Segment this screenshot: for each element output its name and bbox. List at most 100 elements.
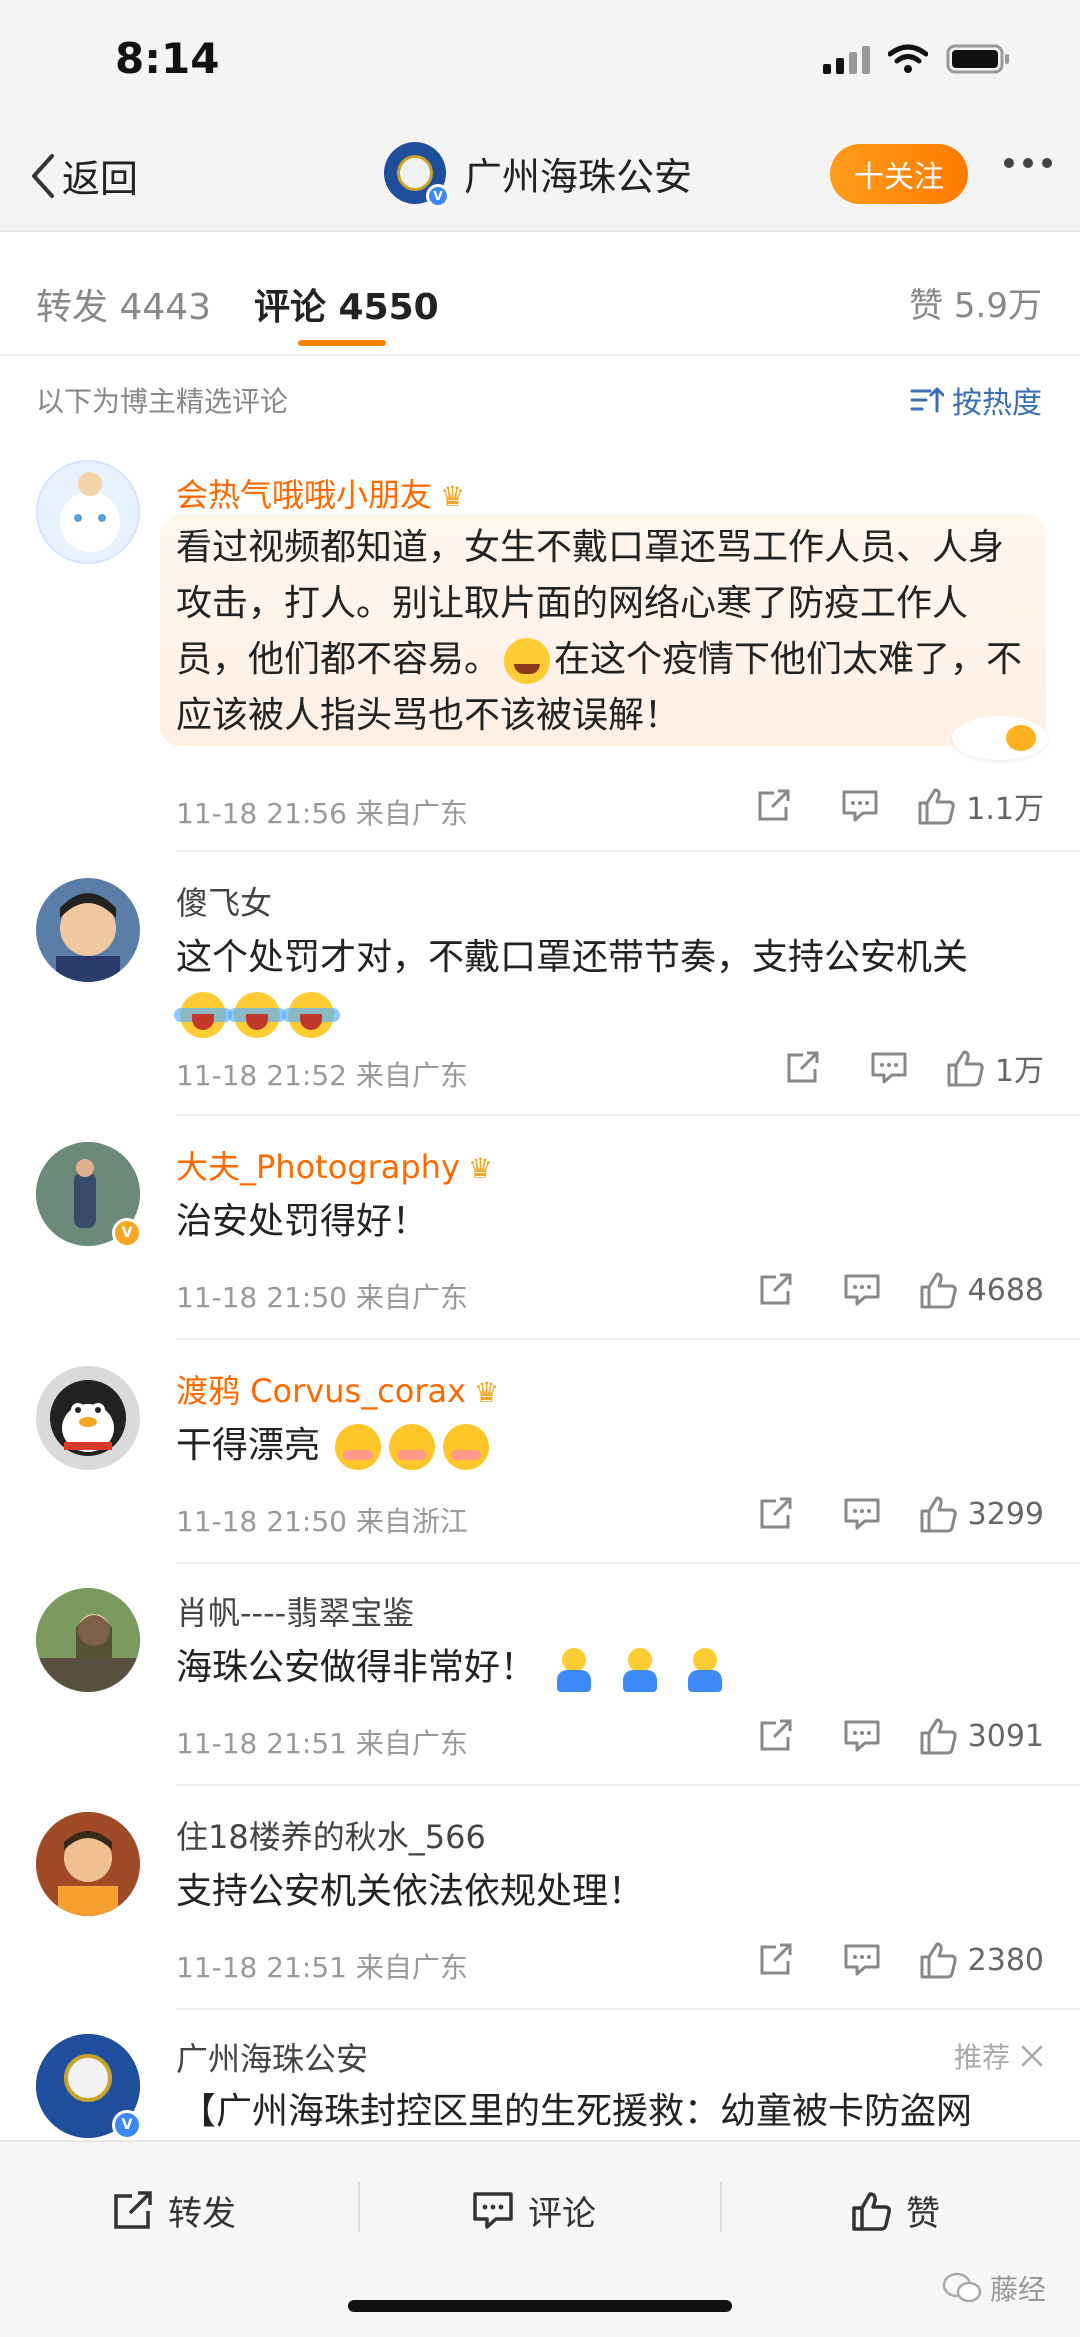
comment-actions: 4688 (720, 1268, 1044, 1312)
more-options-icon[interactable] (1004, 158, 1052, 168)
avatar[interactable] (36, 460, 140, 564)
comment-meta: 11-18 21:50 来自浙江 (176, 1505, 468, 1538)
shy-emoji-icon (335, 1424, 382, 1470)
back-label: 返回 (62, 157, 139, 201)
avatar[interactable] (36, 878, 140, 982)
separator (720, 2182, 722, 2232)
tears-of-joy-emoji-icon (282, 992, 340, 1038)
comment-meta: 11-18 21:51 来自广东 (176, 1951, 468, 1984)
doll-emoji-icon (682, 1646, 728, 1692)
repost-icon (114, 2190, 152, 2229)
wifi-icon (888, 44, 928, 74)
wechat-icon (942, 2272, 982, 2303)
commenter-name[interactable]: 大夫_Photography ♛ (176, 1142, 493, 1188)
avatar[interactable] (36, 1588, 140, 1692)
share-icon[interactable] (744, 784, 804, 828)
reply-icon[interactable] (830, 784, 890, 828)
comment-meta: 11-18 21:51 来自广东 (176, 1727, 468, 1760)
comment-text: 【广州海珠封控区里的生死援救：幼童被卡防盗网 (180, 2091, 973, 2132)
comment-button[interactable]: 评论 (472, 2186, 596, 2235)
like-button[interactable]: 2380 (918, 1941, 1044, 1979)
comment-meta: 11-18 21:50 来自广东 (176, 1281, 468, 1314)
police-emblem-icon (397, 155, 433, 191)
comment-actions: 1.1万 (718, 784, 1044, 828)
divider (176, 1562, 1080, 1564)
reply-icon[interactable] (832, 1492, 892, 1536)
sort-button[interactable]: 按热度 (910, 378, 1042, 422)
battery-icon (946, 44, 1010, 74)
share-icon[interactable] (746, 1268, 806, 1312)
shy-emoji-icon (443, 1424, 490, 1470)
like-button[interactable]: 1万 (945, 1046, 1044, 1090)
comment-text: 看过视频都知道，女生不戴口罩还骂工作人员、人身攻击，打人。别让取片面的网络心寒了… (176, 527, 1023, 736)
divider (176, 850, 1080, 852)
signal-icon (823, 44, 870, 74)
share-icon[interactable] (746, 1714, 806, 1758)
reply-icon[interactable] (832, 1268, 892, 1312)
shy-emoji-icon (389, 1424, 436, 1470)
recommend-tag: 推荐 (954, 2036, 1044, 2076)
thumbs-up-icon (918, 788, 955, 825)
like-button[interactable]: 3299 (918, 1495, 1044, 1533)
tab-comment[interactable]: 评论 4550 (254, 278, 439, 330)
comment-text: 海珠公安做得非常好！ (176, 1640, 1036, 1696)
share-icon[interactable] (746, 1938, 806, 1982)
avatar[interactable] (36, 1812, 140, 1916)
like-post-button[interactable]: 赞 (850, 2186, 940, 2235)
account-avatar[interactable]: V (384, 142, 450, 208)
commenter-name[interactable]: 广州海珠公安 (176, 2034, 368, 2080)
divider (176, 1784, 1080, 1786)
divider (176, 1114, 1080, 1116)
commenter-name[interactable]: 傻飞女 (176, 878, 272, 924)
comment-text: 这个处罚才对，不戴口罩还带节奏，支持公安机关 (174, 930, 1036, 1042)
follow-button[interactable]: 十关注 (830, 144, 968, 204)
share-icon[interactable] (746, 1492, 806, 1536)
thumbs-up-icon (920, 1942, 957, 1979)
status-time: 8:14 (115, 34, 220, 83)
home-indicator[interactable] (348, 2300, 732, 2312)
comment-text: 治安处罚得好！ (176, 1201, 429, 1242)
reply-icon[interactable] (832, 1714, 892, 1758)
commenter-name[interactable]: 肖帆----翡翠宝鉴 (176, 1588, 414, 1634)
status-bar: 8:14 (0, 0, 1080, 120)
tears-of-joy-emoji-icon (228, 992, 286, 1038)
commenter-name[interactable]: 会热气哦哦小朋友 ♛ (176, 470, 465, 516)
verified-badge-icon: V (112, 2110, 142, 2140)
like-button[interactable]: 4688 (918, 1271, 1044, 1309)
tab-repost[interactable]: 转发 4443 (36, 278, 211, 330)
repost-button[interactable]: 转发 (112, 2186, 236, 2235)
chevron-left-icon (32, 153, 54, 198)
comment-icon (473, 2191, 513, 2229)
thumbs-up-icon (920, 1496, 957, 1533)
like-button[interactable]: 1.1万 (916, 784, 1044, 828)
like-button[interactable]: 3091 (918, 1717, 1044, 1755)
separator (358, 2182, 360, 2232)
back-button[interactable]: 返回 (28, 148, 138, 203)
tears-of-joy-emoji-icon (174, 992, 232, 1038)
thumbs-up-icon (920, 1718, 957, 1755)
account-name: 广州海珠公安 (464, 154, 693, 199)
sort-icon (910, 387, 944, 413)
comment-actions: 3091 (720, 1714, 1044, 1758)
egg-decoration-icon (952, 716, 1048, 760)
comment-meta: 11-18 21:52 来自广东 (176, 1059, 468, 1092)
tab-like[interactable]: 赞 5.9万 (909, 278, 1042, 327)
share-icon[interactable] (773, 1046, 833, 1090)
commenter-name[interactable]: 渡鸦 Corvus_corax ♛ (176, 1366, 499, 1412)
crown-icon: ♛ (440, 480, 466, 513)
thumbs-up-icon (947, 1050, 984, 1087)
comment-actions: 1万 (747, 1046, 1044, 1090)
comment-actions: 3299 (720, 1492, 1044, 1536)
avatar[interactable]: V (36, 2034, 142, 2140)
selected-comments-note: 以下为博主精选评论 (36, 385, 289, 418)
close-icon[interactable] (1020, 2044, 1044, 2068)
reply-icon[interactable] (859, 1046, 919, 1090)
avatar[interactable] (36, 1366, 140, 1470)
commenter-name[interactable]: 住18楼养的秋水_566 (176, 1812, 486, 1858)
account-header[interactable]: V 广州海珠公安 (384, 142, 693, 208)
crown-icon: ♛ (467, 1152, 494, 1185)
navigation-bar: 返回 V 广州海珠公安 十关注 (0, 120, 1080, 232)
sort-label: 按热度 (952, 386, 1042, 421)
avatar[interactable]: V (36, 1142, 142, 1248)
reply-icon[interactable] (832, 1938, 892, 1982)
